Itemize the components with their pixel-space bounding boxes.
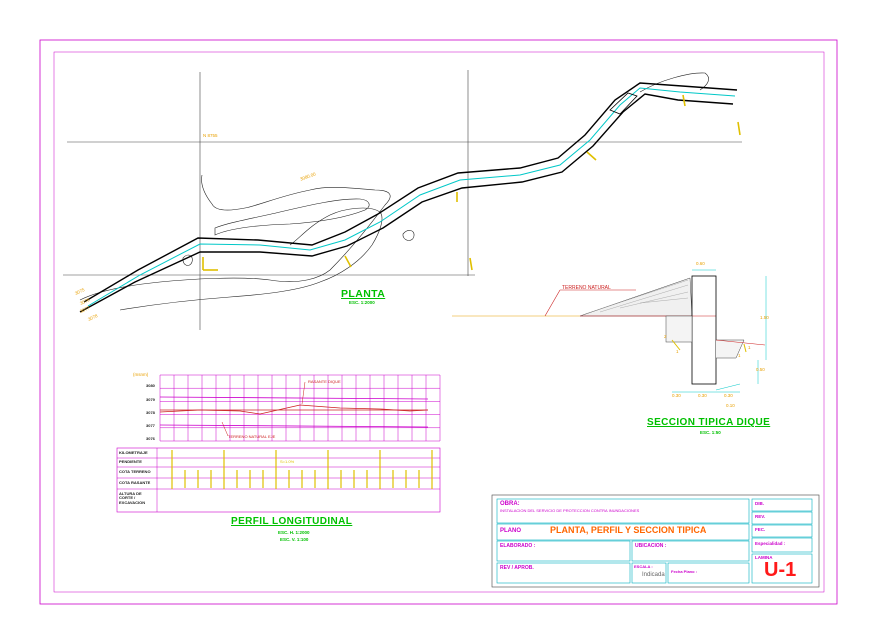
perfil-scale-v: ESC. V. 1:100 (280, 537, 309, 542)
dim-right: 0.10 (726, 403, 735, 408)
fecha-label: Fecha Plano : (671, 569, 698, 574)
y-tick-2: 3078 (146, 410, 155, 415)
planta-scale: ESC. 1:2000 (349, 300, 375, 305)
dim-height: 1.50 (760, 315, 769, 320)
row-label-4: ALTURA DE CORTE / EXCAVACION (119, 491, 146, 505)
seccion-scale: ESC. 1:50 (700, 430, 721, 435)
dim-toe: 0.30 (724, 393, 733, 398)
y-tick-1: 3079 (146, 397, 155, 402)
drawing-sheet (39, 39, 838, 605)
callout-top: RASANTE DIQUE (308, 379, 341, 384)
slope-v-left: 2 (664, 334, 667, 339)
plano-label: PLANO (500, 528, 521, 534)
escala-value: Indicada (642, 572, 665, 578)
escala-label: ESCALA : (634, 564, 653, 569)
callout-bottom: TERRENO NATURAL EJE (228, 434, 276, 439)
perfil-title: PERFIL LONGITUDINAL (231, 516, 353, 527)
dim-top: 0.60 (696, 261, 705, 266)
dim-mid: 0.30 (698, 393, 707, 398)
y-tick-4: 3076 (146, 436, 155, 441)
perfil-scale-h: ESC. H. 1:2000 (278, 530, 310, 535)
perfil-y-unit: (msnm) (133, 372, 149, 377)
y-tick-3: 3077 (146, 423, 155, 428)
slope-h-left: 1 (676, 349, 679, 354)
sheet-frame (39, 39, 838, 605)
slope-h-right: 1 (738, 353, 741, 358)
row-label-0: KILOMETRAJE (119, 450, 148, 455)
plano-text: PLANTA, PERFIL Y SECCION TIPICA (550, 525, 707, 535)
y-tick-0: 3080 (146, 383, 155, 388)
row-label-2: COTA TERRENO (119, 469, 151, 474)
planta-title: PLANTA (341, 288, 386, 300)
obra-text: INSTALACION DEL SERVICIO DE PROTECCION C… (500, 508, 640, 513)
slope-v-right: 1 (748, 345, 751, 350)
planta-view (63, 70, 742, 330)
fec-label: FEC. (755, 527, 766, 532)
terrain-label: TERRENO NATURAL (562, 285, 611, 291)
dim-base-h: 0.50 (756, 367, 765, 372)
pendiente-value: S=1.0% (280, 459, 295, 464)
rev-label: REV. (755, 514, 766, 519)
dim-left: 0.30 (672, 393, 681, 398)
perfil-view (116, 374, 441, 513)
inner-frame (53, 51, 825, 593)
ubicacion-label: UBICACION : (635, 543, 667, 549)
row-label-3: COTA RASANTE (119, 480, 151, 485)
especialidad-label: Especialidad : (755, 541, 786, 546)
planta-grid-label-n: N 8755 (203, 133, 218, 138)
lamina-number: U-1 (764, 559, 797, 581)
revisado-label: REV / APROB. (500, 565, 534, 571)
seccion-title: SECCION TIPICA DIQUE (647, 417, 771, 428)
obra-label: OBRA: (500, 501, 520, 507)
row-label-1: PENDIENTE (119, 459, 142, 464)
elaborado-label: ELABORADO : (500, 543, 536, 549)
dib-label: DIB. (755, 501, 764, 506)
